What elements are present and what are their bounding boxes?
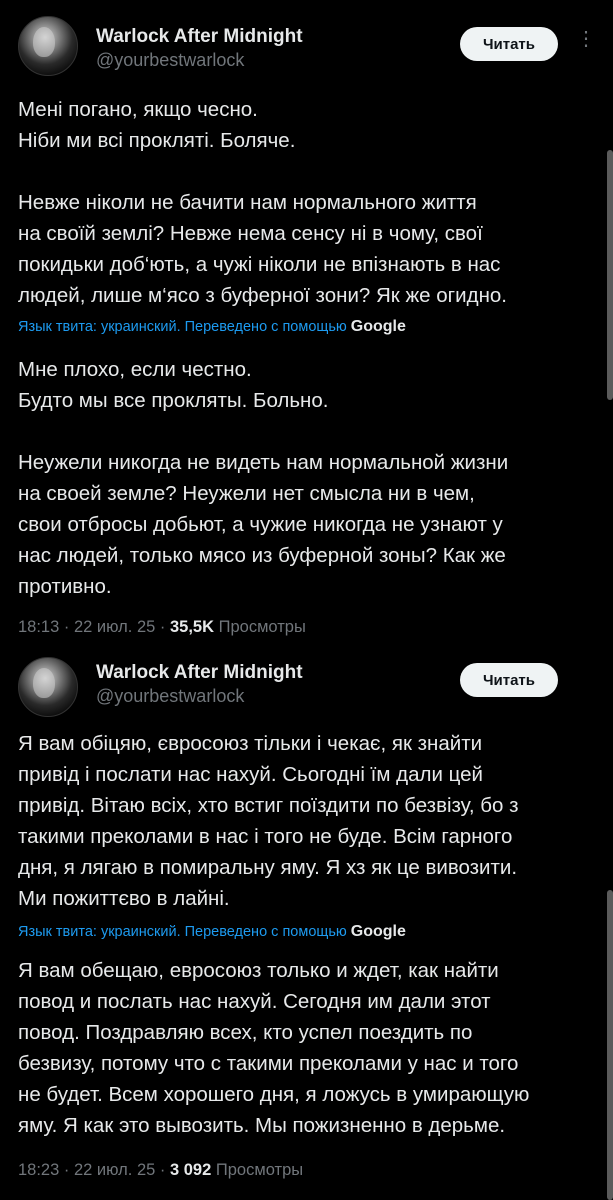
post-time[interactable]: 18:13 xyxy=(18,618,59,636)
post-text-original: Я вам обіцяю, євросоюз тільки і чекає, я… xyxy=(18,732,519,910)
post-text-original: Мені погано, якщо чесно. Ніби ми всі про… xyxy=(18,98,507,307)
google-logo: Google xyxy=(350,318,406,335)
read-button[interactable]: Читать xyxy=(460,663,558,697)
author-name[interactable]: Warlock After Midnight xyxy=(96,26,303,48)
post-meta: 18:23 · 22 июл. 25 · 3 092 Просмотры xyxy=(18,1161,303,1180)
post-text-translated: Я вам обещаю, евросоюз только и ждет, ка… xyxy=(18,959,530,1137)
views-label: Просмотры xyxy=(215,1161,304,1179)
author-handle[interactable]: @yourbestwarlock xyxy=(96,686,244,707)
google-logo: Google xyxy=(350,923,406,940)
meta-separator: · xyxy=(159,1161,166,1179)
meta-separator: · xyxy=(63,618,70,636)
translation-notice-text: Язык твита: украинский. Переведено с пом… xyxy=(18,924,347,940)
views-label: Просмотры xyxy=(218,618,306,636)
translation-notice[interactable]: Язык твита: украинский. Переведено с пом… xyxy=(18,318,406,336)
read-button[interactable]: Читать xyxy=(460,27,558,61)
scrollbar-thumb[interactable] xyxy=(607,150,613,400)
views-count: 3 092 xyxy=(170,1161,212,1179)
translation-notice[interactable]: Язык твита: украинский. Переведено с пом… xyxy=(18,923,406,941)
post-date[interactable]: 22 июл. 25 xyxy=(74,1161,155,1179)
avatar[interactable] xyxy=(18,657,78,717)
author-handle[interactable]: @yourbestwarlock xyxy=(96,50,244,71)
post-date[interactable]: 22 июл. 25 xyxy=(74,618,155,636)
post-time[interactable]: 18:23 xyxy=(18,1161,59,1179)
author-name[interactable]: Warlock After Midnight xyxy=(96,662,303,684)
translation-notice-text: Язык твита: украинский. Переведено с пом… xyxy=(18,319,347,335)
post-meta: 18:13 · 22 июл. 25 · 35,5K Просмотры xyxy=(18,618,306,637)
meta-separator: · xyxy=(159,618,166,636)
avatar[interactable] xyxy=(18,16,78,76)
scrollbar-thumb[interactable] xyxy=(607,890,613,1200)
meta-separator: · xyxy=(63,1161,70,1179)
views-count: 35,5K xyxy=(170,618,215,636)
more-options-icon[interactable]: ⋮ xyxy=(576,29,596,58)
post-text-translated: Мне плохо, если честно. Будто мы все про… xyxy=(18,358,509,598)
